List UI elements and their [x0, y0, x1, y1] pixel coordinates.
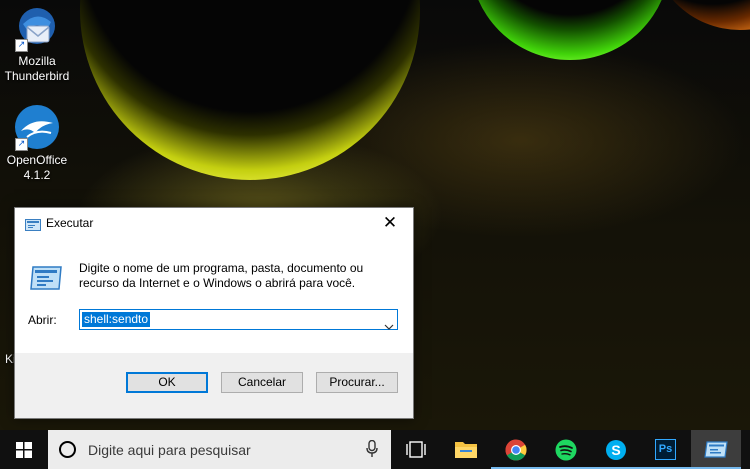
- start-button[interactable]: [0, 430, 48, 469]
- cortana-icon: [59, 441, 76, 458]
- dialog-footer: OK Cancelar Procurar...: [15, 353, 413, 418]
- skype-icon: S: [606, 440, 626, 460]
- desktop-icon-label: Mozilla: [18, 54, 56, 68]
- run-dialog: Executar ✕ Digite o nome de um programa,…: [14, 207, 414, 419]
- run-taskbar-button[interactable]: [691, 430, 741, 469]
- run-icon: [704, 441, 728, 458]
- desktop-icon-label: 4.1.2: [23, 168, 51, 182]
- shortcut-arrow-icon: ↗: [15, 39, 28, 52]
- desktop-icon-label: Thunderbird: [4, 69, 70, 83]
- dialog-title: Executar: [46, 216, 94, 230]
- dialog-instructions: Digite o nome de um programa, pasta, doc…: [79, 261, 399, 291]
- ok-button[interactable]: OK: [126, 372, 208, 393]
- task-view-icon: [406, 441, 426, 458]
- thunderbird-icon: ↗: [13, 4, 61, 52]
- close-button[interactable]: ✕: [367, 208, 413, 239]
- desktop-icon-thunderbird[interactable]: ↗ Mozilla Thunderbird: [0, 4, 74, 84]
- desktop-icon-label: OpenOffice: [6, 153, 68, 167]
- photoshop-button[interactable]: Ps: [641, 430, 691, 469]
- run-large-icon: [29, 263, 63, 297]
- search-box[interactable]: Digite aqui para pesquisar: [48, 430, 391, 469]
- wallpaper-yellow-ring: [80, 0, 420, 180]
- file-explorer-icon: [455, 442, 477, 458]
- svg-text:S: S: [611, 442, 620, 458]
- instruction-line: Digite o nome de um programa, pasta, doc…: [79, 261, 364, 275]
- spotify-button[interactable]: [541, 430, 591, 469]
- taskbar: Digite aqui para pesquisar S Ps: [0, 430, 750, 469]
- chrome-button[interactable]: [491, 430, 541, 469]
- cancel-button[interactable]: Cancelar: [221, 372, 303, 393]
- task-view-button[interactable]: [391, 430, 441, 469]
- run-small-icon: [25, 217, 41, 236]
- microphone-icon[interactable]: [366, 439, 378, 462]
- open-label: Abrir:: [28, 313, 57, 327]
- dialog-titlebar[interactable]: Executar ✕: [15, 208, 413, 239]
- browse-button[interactable]: Procurar...: [316, 372, 398, 393]
- instruction-line: recurso da Internet e o Windows o abrirá…: [79, 276, 356, 290]
- chevron-down-icon[interactable]: [384, 316, 394, 335]
- file-explorer-button[interactable]: [441, 430, 491, 469]
- search-placeholder: Digite aqui para pesquisar: [88, 442, 251, 458]
- shortcut-arrow-icon: ↗: [15, 138, 28, 151]
- open-input-value[interactable]: shell:sendto: [82, 312, 151, 327]
- skype-button[interactable]: S: [591, 430, 641, 469]
- open-combobox[interactable]: shell:sendto: [79, 309, 398, 330]
- chrome-icon: [505, 439, 527, 461]
- spotify-icon: [555, 439, 577, 461]
- photoshop-icon: Ps: [655, 439, 676, 460]
- wallpaper-orange-ring: [650, 0, 750, 30]
- windows-logo-icon: [16, 442, 32, 458]
- wallpaper-green-ring: [470, 0, 670, 60]
- desktop-icon-openoffice[interactable]: ↗ OpenOffice 4.1.2: [0, 103, 74, 183]
- openoffice-icon: ↗: [13, 103, 61, 151]
